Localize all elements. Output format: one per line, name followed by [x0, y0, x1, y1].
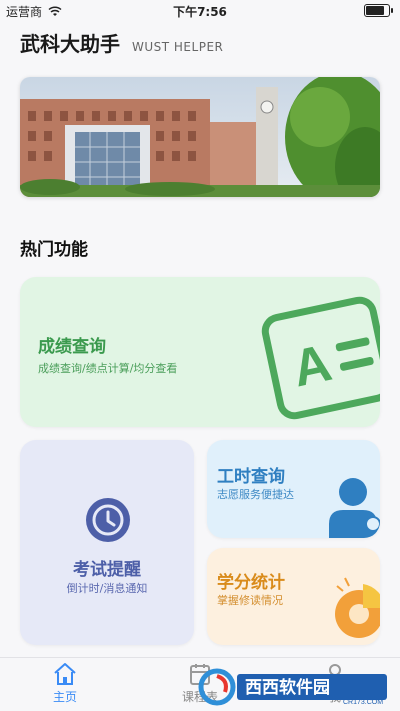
- user-icon: [329, 478, 380, 538]
- campus-banner-image[interactable]: [20, 77, 380, 197]
- credits-statistics-card[interactable]: 学分统计 掌握修读情况: [207, 548, 380, 645]
- campus-photo: [20, 77, 380, 197]
- clock-icon: [86, 498, 130, 542]
- credits-card-title: 学分统计: [217, 573, 285, 593]
- status-bar: 运营商 下午7:56: [0, 0, 400, 22]
- grades-query-card[interactable]: 成绩查询 成绩查询/绩点计算/均分查看 A: [20, 277, 380, 427]
- exam-reminder-card[interactable]: 考试提醒 倒计时/消息通知: [20, 440, 194, 645]
- battery-level: [366, 6, 384, 15]
- home-icon: [54, 663, 76, 685]
- battery-icon: [364, 4, 393, 17]
- status-time: 下午7:56: [173, 5, 227, 19]
- tab-home-label: 主页: [52, 690, 77, 704]
- app-subtitle: WUST HELPER: [132, 40, 224, 54]
- app-title: 武科大助手: [20, 32, 120, 56]
- grades-card-title: 成绩查询: [38, 337, 106, 357]
- watermark-logo: 西西软件园 CR173.COM: [195, 668, 395, 706]
- hours-card-title: 工时查询: [217, 467, 285, 487]
- section-title-hot-features: 热门功能: [20, 240, 88, 260]
- work-hours-card[interactable]: 工时查询 志愿服务便捷达: [207, 440, 380, 538]
- svg-text:西西软件园: 西西软件园: [245, 677, 330, 698]
- credits-card-desc: 掌握修读情况: [217, 594, 283, 607]
- grade-a-icon: A: [261, 296, 380, 420]
- svg-text:CR173.COM: CR173.COM: [343, 699, 383, 706]
- svg-text:A: A: [288, 334, 337, 399]
- app-header: 武科大助手 WUST HELPER: [20, 28, 223, 57]
- exam-card-title: 考试提醒: [73, 560, 141, 580]
- pie-chart-icon: [335, 577, 380, 638]
- tab-home[interactable]: 主页: [20, 662, 110, 705]
- exam-card-desc: 倒计时/消息通知: [66, 582, 148, 595]
- watermark-logo-graphic: 西西软件园 CR173.COM: [198, 668, 387, 706]
- grades-card-desc: 成绩查询/绩点计算/均分查看: [38, 362, 178, 375]
- hours-card-desc: 志愿服务便捷达: [217, 488, 294, 501]
